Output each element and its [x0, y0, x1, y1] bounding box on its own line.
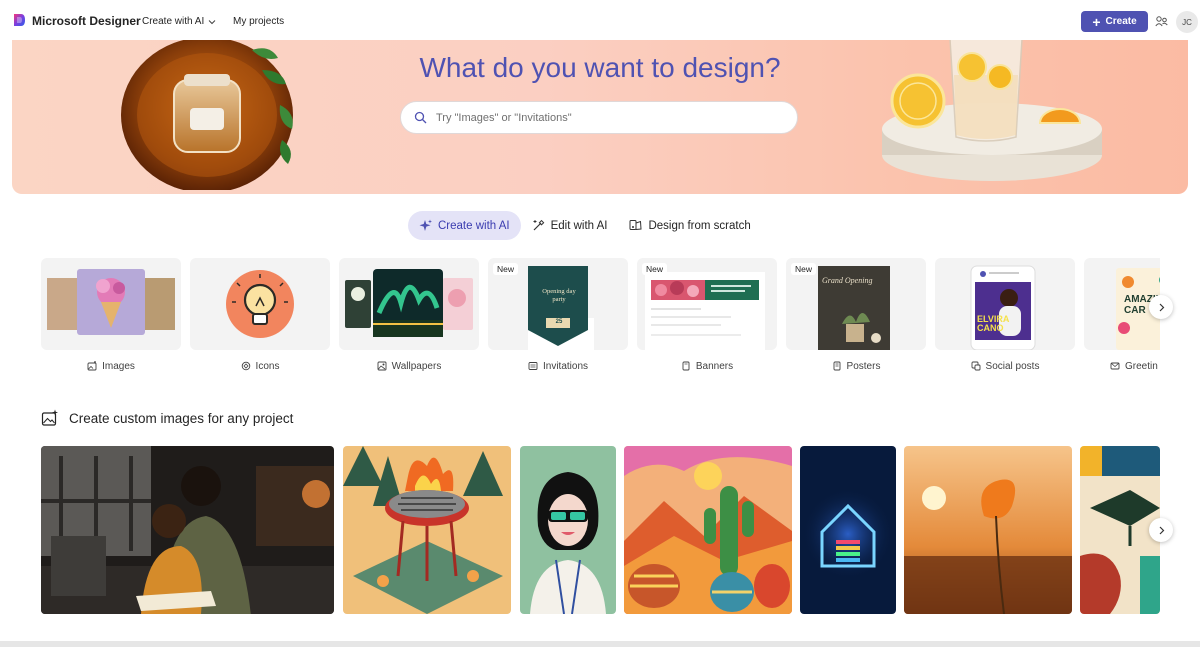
category-icons-label: Icons	[255, 360, 280, 372]
invitation-date: 25	[555, 319, 563, 325]
gallery-image-neon-house[interactable]	[800, 446, 896, 614]
category-invitations-label-row: Invitations	[488, 359, 628, 373]
nav-my-projects-link[interactable]: My projects	[233, 16, 284, 27]
create-button-label: Create	[1105, 16, 1137, 27]
search-bar[interactable]	[400, 101, 798, 134]
category-images-thumbnail	[41, 258, 181, 350]
chevron-right-icon	[1159, 526, 1164, 534]
category-social-posts-label-row: Social posts	[935, 359, 1075, 373]
category-images-label-row: Images	[41, 359, 181, 373]
tab-design-from-scratch[interactable]: Design from scratch	[618, 211, 761, 240]
category-posters-thumbnail: Grand Opening New	[786, 258, 926, 350]
poster-icon	[833, 361, 840, 371]
designer-logo-icon[interactable]	[12, 13, 26, 27]
gallery-image-poppy[interactable]	[904, 446, 1072, 614]
image-sparkle-icon	[87, 361, 97, 371]
chevron-right-icon	[1159, 303, 1164, 311]
new-badge: New	[642, 263, 668, 275]
share-people-icon[interactable]	[1155, 15, 1168, 28]
tab-create-with-ai[interactable]: Create with AI	[408, 211, 521, 240]
horizontal-scrollbar[interactable]	[0, 641, 1200, 647]
tab-edit-with-ai[interactable]: Edit with AI	[521, 211, 619, 240]
invitation-title: Opening day party	[542, 288, 576, 303]
category-icons-label-row: Icons	[190, 359, 330, 373]
hero-banner: What do you want to design?	[12, 40, 1188, 194]
wallpaper-icon	[377, 361, 387, 371]
category-carousel: Images Icons Wallpapers Opening day part…	[41, 258, 1160, 378]
banner-icon	[682, 361, 690, 371]
category-banners-label-row: Banners	[637, 359, 777, 373]
category-greeting-cards-label: Greetin	[1125, 360, 1158, 372]
plus-icon: +	[1092, 13, 1101, 30]
category-wallpapers-label-row: Wallpapers	[339, 359, 479, 373]
section-heading-text: Create custom images for any project	[69, 410, 294, 426]
gallery-image-portrait[interactable]	[520, 446, 616, 614]
invitation-icon	[528, 362, 538, 370]
social-post-name: ELVIRA CANO	[977, 314, 1010, 333]
category-banners-thumbnail: New	[637, 258, 777, 350]
category-social-posts-label: Social posts	[985, 360, 1040, 372]
tab-edit-with-ai-label: Edit with AI	[550, 219, 608, 232]
gallery-image-graduation[interactable]	[1080, 446, 1160, 614]
social-post-icon	[971, 361, 980, 371]
category-images[interactable]: Images	[41, 258, 181, 373]
category-greeting-cards-label-row: Greetin	[1084, 359, 1160, 373]
search-input[interactable]	[436, 111, 776, 124]
category-banners-label: Banners	[695, 360, 734, 372]
palette-icon	[629, 220, 643, 230]
search-icon	[414, 111, 427, 124]
category-icons-thumbnail	[190, 258, 330, 350]
gallery-image-grill[interactable]	[343, 446, 511, 614]
create-button[interactable]: + Create	[1081, 11, 1148, 32]
categories-next-button[interactable]	[1149, 295, 1173, 319]
new-badge: New	[493, 263, 519, 275]
top-nav: Microsoft Designer Create with AI My pro…	[0, 0, 1200, 40]
image-sparkle-icon	[41, 409, 58, 426]
category-invitations[interactable]: Opening day party 25 New Invitations	[488, 258, 628, 373]
category-icons[interactable]: Icons	[190, 258, 330, 373]
user-avatar[interactable]: JC	[1176, 11, 1198, 33]
gallery-image-cactus[interactable]	[624, 446, 792, 614]
gallery-image-reading[interactable]	[41, 446, 334, 614]
category-social-posts-thumbnail: ELVIRA CANO	[935, 258, 1075, 350]
chevron-down-icon	[208, 19, 216, 24]
category-wallpapers[interactable]: Wallpapers	[339, 258, 479, 373]
nav-create-with-ai-menu[interactable]: Create with AI	[142, 16, 216, 27]
new-badge: New	[791, 263, 817, 275]
mode-tabs: Create with AI Edit with AI Design from …	[408, 211, 762, 240]
mail-icon	[1110, 362, 1120, 370]
category-images-label: Images	[102, 360, 135, 372]
icon-shape-icon	[241, 361, 250, 371]
brand-name[interactable]: Microsoft Designer	[32, 14, 141, 28]
poster-text: Grand Opening	[822, 276, 873, 285]
category-posters[interactable]: Grand Opening New Posters	[786, 258, 926, 373]
tab-design-from-scratch-label: Design from scratch	[648, 219, 751, 232]
category-posters-label-row: Posters	[786, 359, 926, 373]
gallery-next-button[interactable]	[1149, 518, 1173, 542]
category-banners[interactable]: New Banners	[637, 258, 777, 373]
image-gallery	[41, 446, 1160, 614]
category-greeting-cards[interactable]: AMAZING CAR Greetin	[1084, 258, 1160, 373]
category-invitations-label: Invitations	[542, 360, 589, 372]
category-invitations-thumbnail: Opening day party 25 New	[488, 258, 628, 350]
lemon-water-illustration	[882, 40, 1102, 181]
section-heading: Create custom images for any project	[41, 409, 293, 427]
category-wallpapers-label: Wallpapers	[391, 360, 442, 372]
magic-wand-icon	[533, 219, 544, 231]
sparkle-icon	[419, 219, 432, 231]
category-posters-label: Posters	[846, 360, 881, 372]
category-wallpapers-thumbnail	[339, 258, 479, 350]
category-social-posts[interactable]: ELVIRA CANO Social posts	[935, 258, 1075, 373]
nav-my-projects-label: My projects	[233, 16, 285, 27]
tab-create-with-ai-label: Create with AI	[438, 219, 510, 232]
nav-create-with-ai-label: Create with AI	[142, 16, 205, 27]
